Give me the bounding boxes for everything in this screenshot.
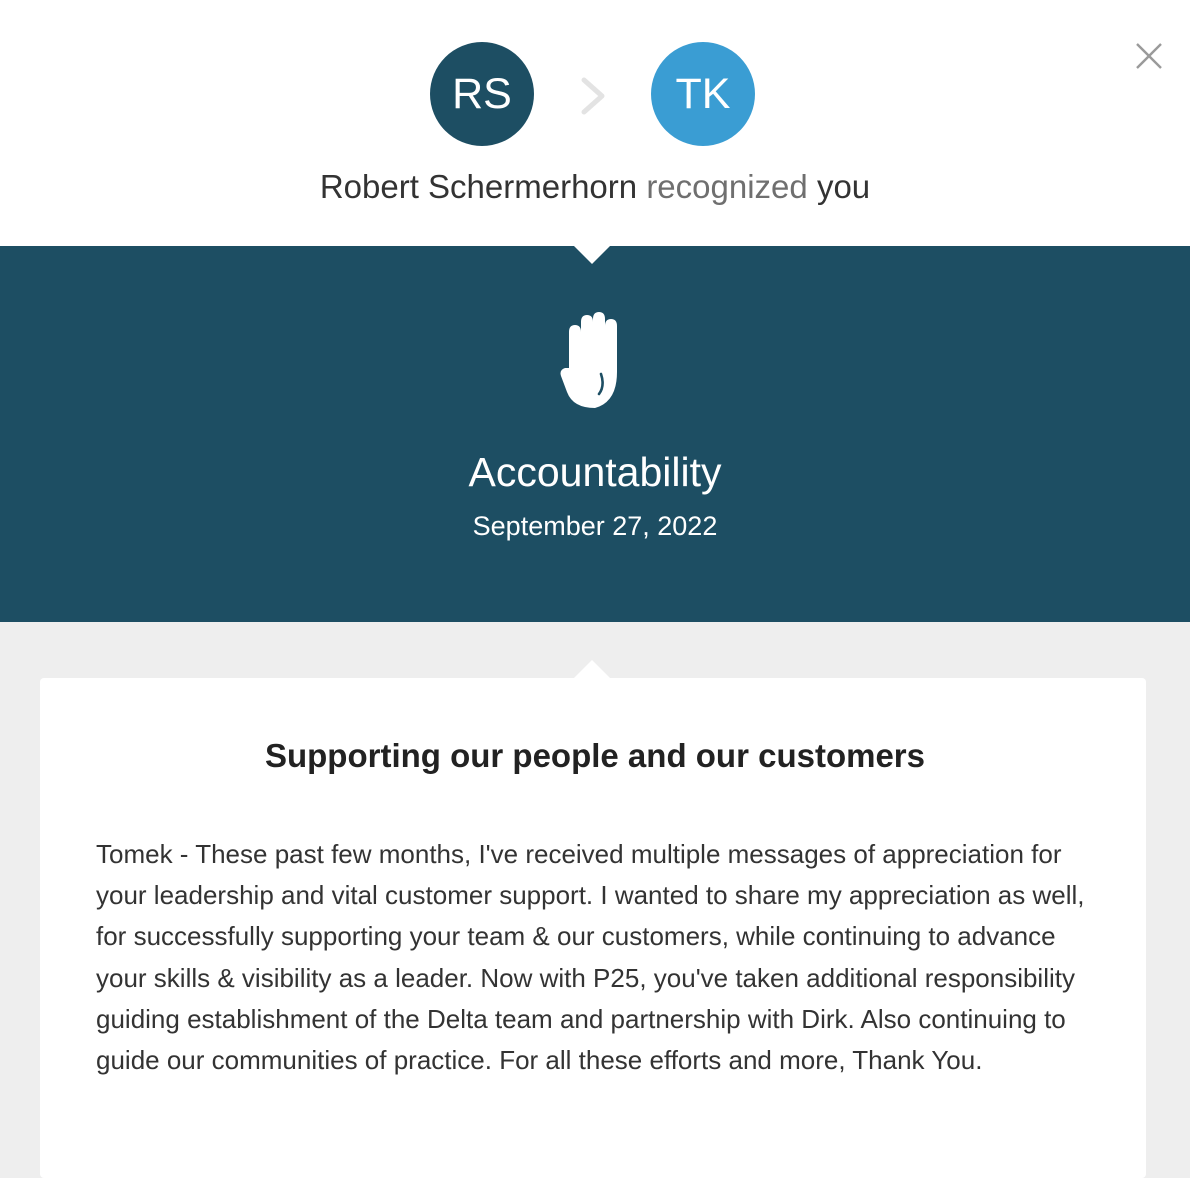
recognition-verb: recognized xyxy=(646,168,808,205)
recognition-headline: Robert Schermerhorn recognized you xyxy=(0,166,1190,208)
recipient-avatar[interactable]: TK xyxy=(651,42,755,146)
sender-avatar[interactable]: RS xyxy=(430,42,534,146)
chevron-right-icon xyxy=(581,77,605,115)
message-body: Tomek - These past few months, I've rece… xyxy=(96,839,1085,1076)
value-banner xyxy=(0,246,1190,622)
card-notch xyxy=(574,660,610,678)
sender-name[interactable]: Robert Schermerhorn xyxy=(320,168,637,205)
raised-hand-icon xyxy=(560,312,617,408)
banner-notch xyxy=(574,246,610,264)
value-title: Accountability xyxy=(468,449,722,495)
message-title: Supporting our people and our customers xyxy=(264,737,926,774)
recognition-date: September 27, 2022 xyxy=(472,511,718,541)
avatar-row: RS TK xyxy=(0,42,1190,148)
recipient-label: you xyxy=(816,168,871,205)
